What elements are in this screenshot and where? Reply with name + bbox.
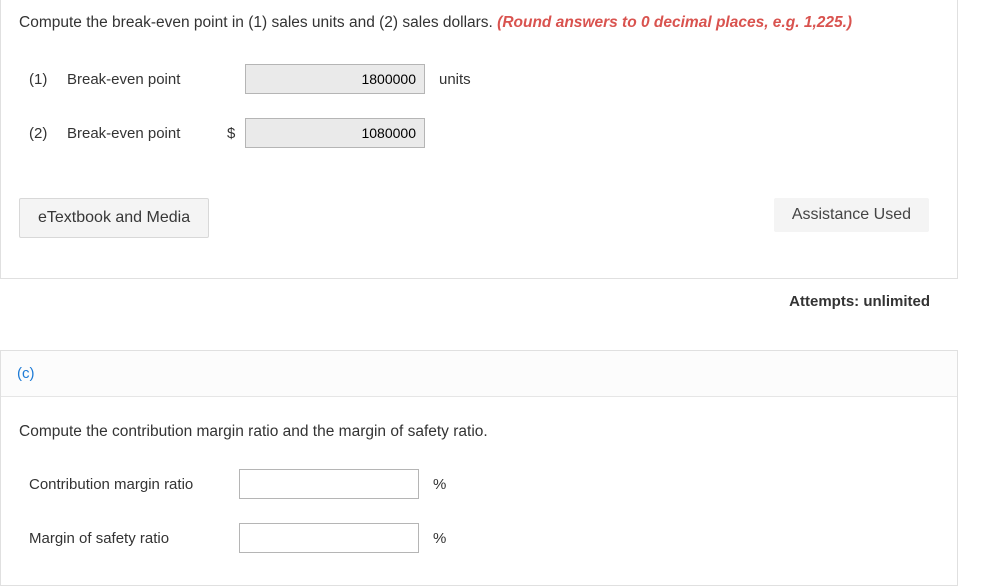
breakeven-units-input[interactable]: [245, 64, 425, 94]
part-c-inputs: Contribution margin ratio % Margin of sa…: [1, 469, 957, 585]
percent-label-2: %: [433, 530, 446, 547]
resources-bar: eTextbook and Media Assistance Used: [19, 198, 939, 238]
breakeven-units-row: (1) Break-even point units: [19, 64, 939, 94]
question-panel-top: Compute the break-even point in (1) sale…: [0, 0, 958, 279]
margin-safety-row: Margin of safety ratio %: [19, 523, 939, 553]
attempts-label: Attempts: unlimited: [0, 279, 958, 310]
breakeven-dollars-row: (2) Break-even point $: [19, 118, 939, 148]
contribution-margin-label: Contribution margin ratio: [19, 476, 239, 493]
row-label-2: Break-even point: [67, 125, 227, 142]
question-prefix: Compute the break-even point in (1) sale…: [19, 14, 497, 31]
contribution-margin-input[interactable]: [239, 469, 419, 499]
assistance-used-badge[interactable]: Assistance Used: [774, 198, 929, 232]
question-prompt: Compute the break-even point in (1) sale…: [19, 0, 939, 54]
part-c-heading: (c): [1, 351, 957, 397]
row-label-1: Break-even point: [67, 71, 227, 88]
percent-label-1: %: [433, 476, 446, 493]
contribution-margin-row: Contribution margin ratio %: [19, 469, 939, 499]
breakeven-dollars-input[interactable]: [245, 118, 425, 148]
part-c-question: Compute the contribution margin ratio an…: [1, 397, 957, 459]
margin-safety-label: Margin of safety ratio: [19, 530, 239, 547]
row-number-2: (2): [19, 125, 67, 142]
currency-symbol: $: [227, 125, 245, 142]
margin-safety-input[interactable]: [239, 523, 419, 553]
question-panel-c: (c) Compute the contribution margin rati…: [0, 350, 958, 586]
rounding-hint: (Round answers to 0 decimal places, e.g.…: [497, 14, 852, 31]
units-label: units: [439, 71, 471, 88]
row-number-1: (1): [19, 71, 67, 88]
etextbook-media-button[interactable]: eTextbook and Media: [19, 198, 209, 238]
